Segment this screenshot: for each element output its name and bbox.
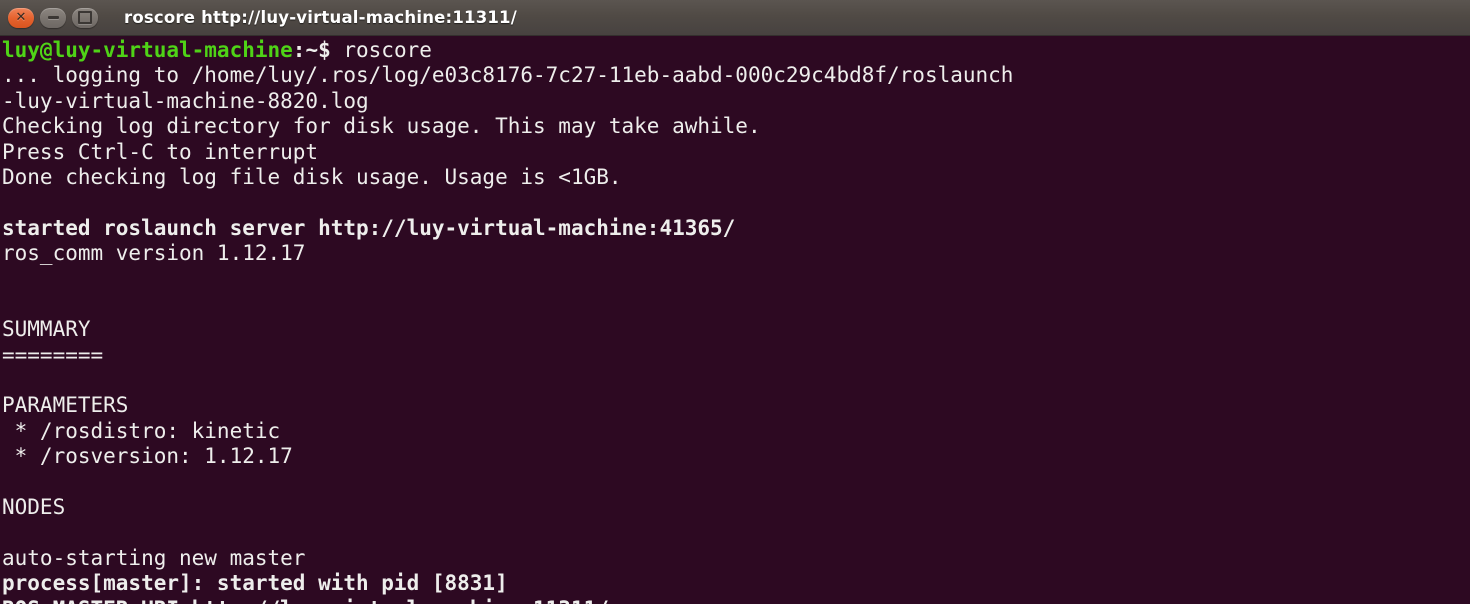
terminal-line: auto-starting new master — [2, 545, 306, 570]
close-button[interactable]: ✕ — [8, 7, 34, 28]
terminal-line: Done checking log file disk usage. Usage… — [2, 164, 622, 189]
minimize-icon — [47, 16, 59, 19]
entered-command: roscore — [330, 38, 432, 62]
terminal-line: * /rosdistro: kinetic — [2, 418, 281, 443]
maximize-icon — [78, 11, 92, 24]
terminal-line: Checking log directory for disk usage. T… — [2, 114, 761, 139]
terminal-output[interactable]: luy@luy-virtual-machine:~$ roscore ... l… — [0, 36, 1470, 604]
window-controls: ✕ — [8, 7, 98, 28]
terminal-line: NODES — [2, 495, 66, 520]
terminal-line: ... logging to /home/luy/.ros/log/e03c81… — [2, 63, 1014, 88]
window-titlebar[interactable]: ✕ roscore http://luy-virtual-machine:113… — [0, 0, 1470, 36]
window-title: roscore http://luy-virtual-machine:11311… — [124, 8, 517, 27]
terminal-line: * /rosversion: 1.12.17 — [2, 444, 293, 469]
minimize-button[interactable] — [40, 7, 66, 28]
prompt-user-host: luy@luy-virtual-machine — [2, 38, 293, 62]
terminal-line: Press Ctrl-C to interrupt — [2, 139, 319, 164]
terminal-line: ROS_MASTER_URI=http://luy-virtual-machin… — [2, 597, 1470, 604]
prompt-symbol: :~$ — [292, 38, 331, 62]
terminal-line: started roslaunch server http://luy-virt… — [2, 215, 736, 240]
prompt-line: luy@luy-virtual-machine:~$ roscore — [2, 38, 1470, 63]
terminal-window: ✕ roscore http://luy-virtual-machine:113… — [0, 0, 1470, 604]
close-icon: ✕ — [15, 10, 27, 25]
terminal-log-lines: ... logging to /home/luy/.ros/log/e03c81… — [2, 63, 1470, 604]
terminal-line: ros_comm version 1.12.17 — [2, 241, 306, 266]
terminal-line: SUMMARY — [2, 317, 91, 342]
terminal-line: PARAMETERS — [2, 393, 129, 418]
terminal-line: ======== — [2, 342, 104, 367]
terminal-line: process[master]: started with pid [8831] — [2, 571, 508, 596]
terminal-line: -luy-virtual-machine-8820.log — [2, 88, 369, 113]
maximize-button[interactable] — [72, 7, 98, 28]
